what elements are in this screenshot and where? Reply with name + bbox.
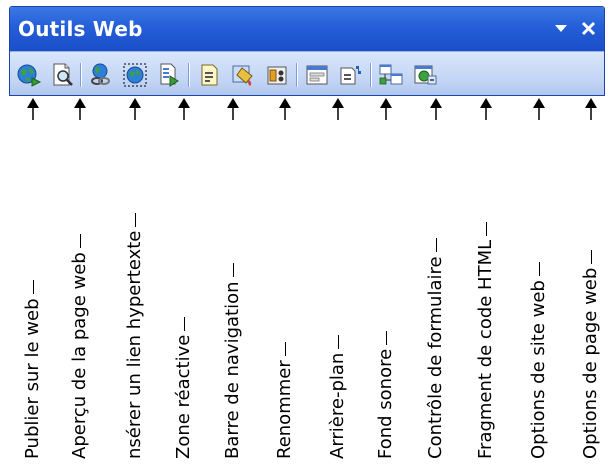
callout-background: Arrière-plan [318, 98, 358, 465]
navigation-bar-button[interactable] [156, 62, 182, 88]
callout-label: Options de page web [580, 250, 601, 459]
html-fragment-icon [340, 66, 361, 85]
arrow-up-icon [227, 98, 239, 120]
web-page-options-icon [414, 65, 437, 85]
page-preview-icon [53, 63, 73, 86]
callout-label: Fond sonore [375, 331, 396, 459]
background-icon [232, 65, 253, 86]
hyperlink-icon [91, 63, 110, 85]
callout-rename: Renommer [265, 98, 305, 465]
toolbar-titlebar[interactable]: Outils Web [10, 7, 604, 51]
globe-publish-icon [17, 64, 42, 87]
callout-web-page-options: Options de page web [571, 98, 608, 465]
arrow-up-icon [129, 98, 141, 120]
arrow-up-icon [585, 98, 597, 120]
toolbar-separator [370, 63, 372, 87]
toolbar-separator [188, 63, 190, 87]
hotspot-icon [123, 63, 147, 87]
arrow-up-icon [533, 98, 545, 120]
web-site-options-icon [379, 64, 403, 85]
web-tools-toolbar: Outils Web [9, 6, 605, 96]
web-site-options-button[interactable] [378, 62, 404, 88]
callout-hotspot: Zone réactive [164, 98, 204, 465]
form-control-button[interactable] [304, 62, 330, 88]
callout-label: Publier sur le web [22, 281, 43, 460]
callout-web-site-options: Options de site web [519, 98, 559, 465]
insert-hyperlink-button[interactable] [88, 62, 114, 88]
callout-label: Options de site web [528, 262, 549, 459]
background-button[interactable] [230, 62, 256, 88]
arrow-up-icon [430, 98, 442, 120]
publish-web-button[interactable] [16, 62, 42, 88]
arrow-up-icon [332, 98, 344, 120]
callout-insert-hyperlink: nsérer un lien hypertexte [115, 98, 155, 465]
html-fragment-button[interactable] [338, 62, 364, 88]
form-control-icon [306, 65, 328, 85]
hotspot-button[interactable] [122, 62, 148, 88]
callout-navigation-bar: Barre de navigation [213, 98, 253, 465]
callout-preview-page: Aperçu de la page web [60, 98, 100, 465]
background-sound-icon [267, 66, 287, 85]
arrow-up-icon [380, 98, 392, 120]
callout-label: nsérer un lien hypertexte [124, 213, 145, 459]
callout-background-sound: Fond sonore [366, 98, 406, 465]
arrow-up-icon [74, 98, 86, 120]
toolbar-title: Outils Web [18, 17, 143, 41]
arrow-up-icon [279, 98, 291, 120]
callout-label: Arrière-plan [327, 335, 348, 459]
web-page-options-button[interactable] [412, 62, 438, 88]
rename-icon [201, 64, 218, 86]
rename-button[interactable] [196, 62, 222, 88]
navigation-bar-icon [160, 63, 179, 87]
arrow-up-icon [178, 98, 190, 120]
callout-form-control: Contrôle de formulaire [416, 98, 456, 465]
chevron-down-icon [555, 25, 567, 32]
toolbar-separator [296, 63, 298, 87]
close-icon [581, 21, 596, 36]
toolbar-button-strip [10, 51, 604, 95]
callout-label: Fragment de code HTML [475, 222, 496, 459]
callout-publish-web: Publier sur le web [13, 98, 53, 465]
callout-label: Renommer [274, 342, 295, 459]
callout-html-fragment: Fragment de code HTML [466, 98, 506, 465]
callout-label: Zone réactive [173, 317, 194, 459]
callout-label: Barre de navigation [222, 263, 243, 459]
preview-page-button[interactable] [50, 62, 76, 88]
callout-label: Contrôle de formulaire [425, 238, 446, 459]
arrow-up-icon [480, 98, 492, 120]
toolbar-separator [80, 63, 82, 87]
arrow-up-icon [27, 98, 39, 120]
close-button[interactable] [578, 17, 600, 39]
callout-label: Aperçu de la page web [69, 234, 90, 459]
toolbar-options-dropdown[interactable] [550, 17, 572, 39]
background-sound-button[interactable] [264, 62, 290, 88]
